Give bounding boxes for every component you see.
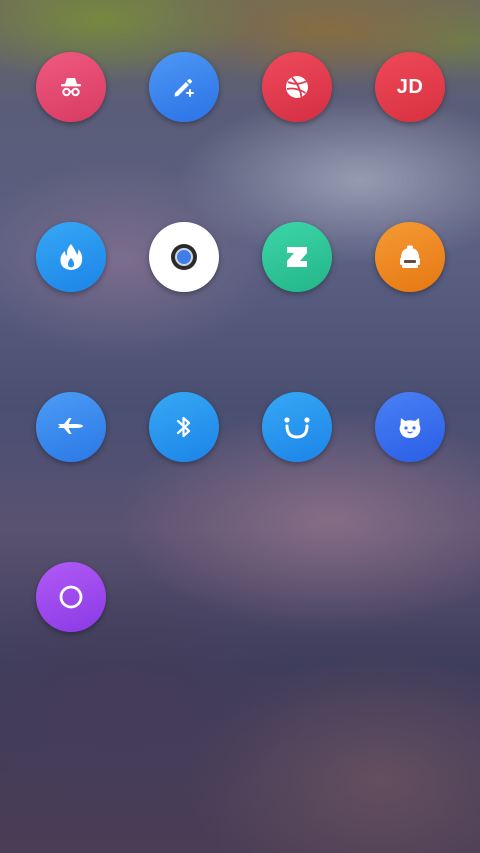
app-flame[interactable] [36, 222, 106, 292]
app-pencil-plus[interactable] [149, 52, 219, 122]
home-screen: JD [0, 0, 480, 853]
app-camera[interactable] [149, 222, 219, 292]
app-grid: JD [36, 52, 446, 632]
mi-bunny-icon [399, 418, 421, 438]
smile-icon [284, 417, 310, 439]
dribbble-icon [286, 76, 308, 98]
bluetooth-icon [176, 416, 191, 438]
app-dribbble[interactable] [262, 52, 332, 122]
camera-lens-icon [171, 244, 197, 270]
app-bluetooth[interactable] [149, 392, 219, 462]
jd-icon: JD [396, 75, 424, 98]
app-airplane[interactable] [36, 392, 106, 462]
incognito-icon [61, 78, 81, 97]
app-deviantart[interactable] [262, 222, 332, 292]
deviantart-icon [287, 247, 307, 267]
robot-helmet-icon [400, 245, 420, 268]
app-smile[interactable] [262, 392, 332, 462]
app-jd[interactable]: JD [375, 52, 445, 122]
circle-ring-icon [59, 585, 83, 609]
airplane-icon [58, 418, 83, 434]
flame-icon [60, 244, 83, 270]
pencil-plus-icon [174, 79, 194, 97]
app-incognito[interactable] [36, 52, 106, 122]
app-circle[interactable] [36, 562, 106, 632]
app-mi-bunny[interactable] [375, 392, 445, 462]
app-robot[interactable] [375, 222, 445, 292]
